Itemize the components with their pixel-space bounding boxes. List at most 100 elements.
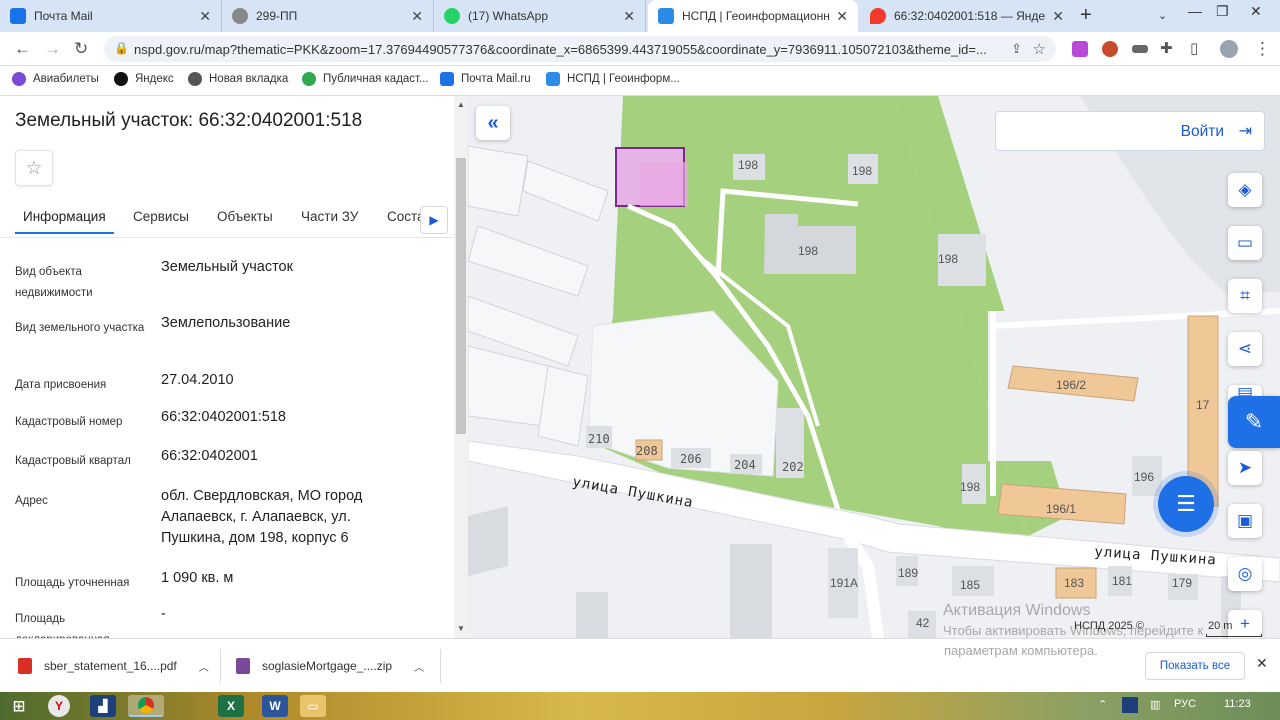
extensions-puzzle-icon[interactable]: ✚: [1160, 39, 1173, 57]
app-icon[interactable]: ▟: [90, 695, 116, 717]
tab-parts[interactable]: Части ЗУ: [301, 209, 358, 232]
close-window-button[interactable]: ✕: [1250, 3, 1262, 20]
tab-services[interactable]: Сервисы: [133, 209, 189, 232]
share-page-icon[interactable]: ⇪: [1011, 41, 1022, 57]
close-tab-icon[interactable]: ✕: [199, 8, 211, 25]
favorite-button[interactable]: ☆: [15, 150, 53, 186]
browser-tab-299pp[interactable]: 299-ПП ✕: [222, 0, 434, 32]
bookmark-item[interactable]: Авиабилеты: [12, 72, 99, 86]
map-canvas[interactable]: 198 198 198 198 196/2 17 196/1 196 198 2…: [468, 96, 1280, 638]
tab-objects[interactable]: Объекты: [217, 209, 273, 232]
download-item[interactable]: soglasieMortgage_....zip ︿: [236, 651, 424, 681]
close-tab-icon[interactable]: ✕: [1052, 8, 1064, 25]
download-item[interactable]: sber_statement_16....pdf ︿: [18, 651, 209, 681]
browser-tab-yandex-maps[interactable]: 66:32:0402001:518 — Яндекс ✕: [860, 0, 1074, 32]
zip-file-icon: [236, 658, 250, 674]
scroll-down-icon[interactable]: ▼: [457, 624, 465, 633]
nspd-icon: [546, 72, 560, 86]
tray-app-icon[interactable]: [1122, 697, 1138, 713]
building-label: 196: [1134, 470, 1155, 484]
close-downloads-icon[interactable]: ✕: [1256, 655, 1268, 672]
excel-icon[interactable]: X: [218, 695, 244, 717]
checkmark-icon: [302, 72, 316, 86]
restore-button[interactable]: ❐: [1216, 3, 1229, 20]
yandex-maps-icon: [870, 8, 886, 24]
url-input[interactable]: 🔒 nspd.gov.ru/map?thematic=PKK&zoom=17.3…: [104, 36, 1056, 62]
lock-icon: 🔒: [114, 41, 129, 55]
extension-icon[interactable]: [1072, 41, 1088, 57]
extension-icon[interactable]: [1102, 41, 1118, 57]
building-label: 198: [852, 164, 873, 178]
file-explorer-icon[interactable]: ▭: [300, 695, 326, 717]
close-tab-icon[interactable]: ✕: [411, 8, 423, 25]
building-label: 42: [916, 616, 930, 630]
star-icon: ☆: [25, 157, 43, 179]
extension-icon[interactable]: [1132, 45, 1148, 53]
building-label: 202: [782, 460, 804, 474]
minimap-icon: ▣: [1236, 511, 1254, 530]
tab-composition[interactable]: Соста: [387, 209, 425, 232]
building-label: 204: [734, 458, 756, 472]
language-indicator[interactable]: РУС: [1174, 698, 1196, 710]
yandex-icon: [114, 72, 128, 86]
tray-expand-icon[interactable]: ⌃: [1098, 698, 1107, 711]
bookmark-item[interactable]: Новая вкладка: [188, 72, 288, 86]
bookmarks-bar: Авиабилеты Яндекс Новая вкладка Публична…: [0, 66, 1280, 96]
bookmark-item[interactable]: Почта Mail.ru: [440, 72, 531, 86]
locate-button[interactable]: ➤: [1228, 451, 1262, 485]
browser-tab-strip: Почта Mail ✕ 299-ПП ✕ (17) WhatsApp ✕ НС…: [0, 0, 1280, 32]
building-label: 181: [1112, 574, 1133, 588]
browser-tab-whatsapp[interactable]: (17) WhatsApp ✕: [434, 0, 646, 32]
side-panel-icon[interactable]: ▯: [1190, 39, 1198, 57]
close-tab-icon[interactable]: ✕: [836, 8, 848, 25]
scroll-up-icon[interactable]: ▲: [457, 100, 465, 109]
windows-activation-watermark: Активация Windows Чтобы активировать Win…: [943, 602, 1204, 638]
show-all-downloads-button[interactable]: Показать все: [1145, 652, 1245, 680]
bookmark-item[interactable]: НСПД | Геоинформ...: [546, 72, 680, 86]
browser-tab-nspd[interactable]: НСПД | Геоинформационны ✕: [648, 0, 858, 32]
chrome-logo-icon: [138, 697, 154, 713]
share-button[interactable]: ⋖: [1228, 332, 1262, 366]
close-tab-icon[interactable]: ✕: [623, 8, 635, 25]
bookmark-item[interactable]: Яндекс: [114, 72, 174, 86]
panel-scrollbar[interactable]: ▲ ▼: [454, 96, 468, 638]
browser-tab-mail[interactable]: Почта Mail ✕: [0, 0, 222, 32]
clock[interactable]: 11:23: [1224, 698, 1251, 710]
tab-search-icon[interactable]: ⌄: [1158, 9, 1167, 22]
collapse-panel-button[interactable]: «: [476, 106, 510, 140]
profile-avatar-icon[interactable]: [1220, 40, 1238, 58]
mail-icon: [10, 8, 26, 24]
scale-bar: [1206, 634, 1262, 637]
tab-information[interactable]: Информация: [15, 209, 114, 234]
reload-icon[interactable]: ↻: [74, 39, 88, 59]
area-select-button[interactable]: ⌗: [1228, 279, 1262, 313]
windows-start-icon[interactable]: ⊞: [6, 695, 32, 717]
back-icon[interactable]: ←: [14, 39, 31, 59]
building-label: 185: [960, 578, 981, 592]
forward-icon[interactable]: →: [44, 39, 61, 59]
layers-button[interactable]: ◈: [1228, 173, 1262, 207]
nspd-logo-icon: ✎: [1244, 409, 1264, 434]
chevron-up-icon[interactable]: ︿: [199, 659, 209, 674]
login-button[interactable]: Войти ⇥: [995, 111, 1265, 151]
minimap-button[interactable]: ▣: [1228, 504, 1262, 538]
tabs-scroll-right-button[interactable]: ▶: [420, 206, 448, 234]
geo-search-button[interactable]: ◎: [1228, 557, 1262, 591]
minimize-button[interactable]: —: [1188, 3, 1202, 19]
scrollbar-thumb[interactable]: [456, 158, 466, 434]
bookmark-star-icon[interactable]: ☆: [1033, 40, 1046, 58]
nspd-assistant-button[interactable]: ✎: [1228, 396, 1280, 448]
menu-kebab-icon[interactable]: ⋮: [1254, 39, 1271, 59]
ruler-button[interactable]: ▭: [1228, 226, 1262, 260]
whatsapp-icon: [444, 8, 460, 24]
word-icon[interactable]: W: [262, 695, 288, 717]
chat-button[interactable]: ☰: [1158, 476, 1214, 532]
new-tab-button[interactable]: +: [1080, 4, 1092, 27]
network-icon[interactable]: ▥: [1150, 698, 1160, 711]
nspd-icon: [658, 8, 674, 24]
building-label: 210: [588, 432, 610, 446]
bookmark-item[interactable]: Публичная кадаст...: [302, 72, 429, 86]
chevron-up-icon[interactable]: ︿: [414, 659, 424, 674]
yandex-browser-icon[interactable]: Y: [48, 695, 70, 717]
chrome-icon[interactable]: [128, 695, 164, 717]
